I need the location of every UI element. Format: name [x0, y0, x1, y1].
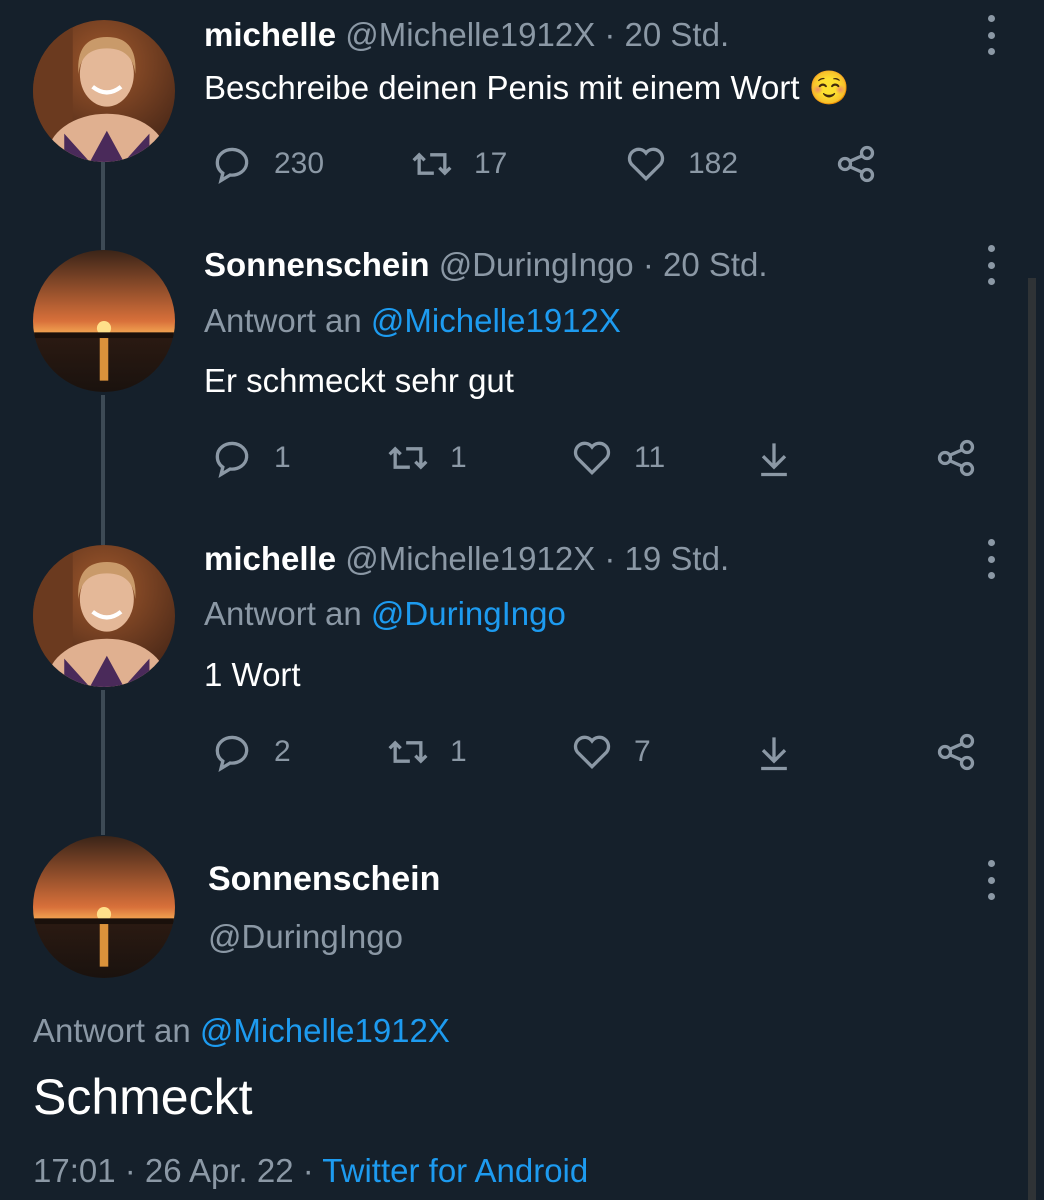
like-button[interactable]: 7	[570, 730, 651, 774]
author-name[interactable]: Sonnenschein	[204, 246, 430, 283]
reply-button[interactable]: 2	[210, 730, 291, 774]
like-count: 11	[634, 441, 666, 474]
reply-prefix: Antwort an	[33, 1012, 191, 1049]
like-count: 182	[688, 147, 739, 180]
blush-emoji: ☺️	[808, 68, 850, 107]
like-icon	[573, 735, 611, 770]
author-handle[interactable]: @Michelle1912X	[345, 540, 595, 577]
more-icon[interactable]	[981, 245, 1001, 285]
share-button[interactable]	[934, 436, 978, 480]
download-icon	[761, 443, 787, 477]
reply-button[interactable]: 230	[210, 142, 324, 186]
reply-count: 230	[274, 147, 325, 180]
more-icon[interactable]	[981, 15, 1001, 55]
tweet-date: · 26 Apr. 22 ·	[124, 1152, 314, 1189]
reply-context: Antwort an @Michelle1912X	[204, 302, 621, 340]
author-handle[interactable]: @DuringIngo	[439, 246, 634, 283]
reply-mention-link[interactable]: @Michelle1912X	[371, 302, 621, 339]
avatar[interactable]	[33, 20, 175, 162]
reply-context: Antwort an @DuringIngo	[204, 595, 566, 633]
thread-line-2	[101, 395, 105, 545]
download-icon	[761, 737, 787, 771]
reply-prefix: Antwort an	[204, 595, 362, 632]
tweet-time[interactable]: · 20 Std.	[604, 16, 729, 53]
retweet-icon	[388, 446, 428, 470]
more-icon[interactable]	[981, 860, 1001, 900]
retweet-count: 17	[474, 147, 508, 180]
like-icon	[627, 147, 665, 182]
reply-context: Antwort an @Michelle1912X	[33, 1012, 450, 1050]
thread-line-1	[101, 162, 105, 250]
more-icon[interactable]	[981, 539, 1001, 579]
like-button[interactable]: 182	[624, 142, 738, 186]
like-icon	[573, 441, 611, 476]
reply-mention-link[interactable]: @DuringIngo	[371, 595, 566, 632]
reply-icon	[215, 735, 249, 772]
retweet-button[interactable]: 1	[386, 730, 467, 774]
author-name[interactable]: michelle	[204, 16, 336, 53]
reply-button[interactable]: 1	[210, 436, 291, 480]
reply-count: 1	[274, 441, 291, 474]
tweet-source-link[interactable]: Twitter for Android	[322, 1152, 588, 1189]
share-icon	[937, 439, 975, 477]
tweet-time[interactable]: · 19 Std.	[604, 540, 729, 577]
share-icon	[937, 733, 975, 771]
author-handle[interactable]: @DuringIngo	[208, 918, 403, 956]
retweet-count: 1	[450, 735, 467, 768]
like-button[interactable]: 11	[570, 436, 665, 480]
tweet-header: Sonnenschein @DuringIngo · 20 Std.	[204, 246, 768, 284]
tweet-text-row: Beschreibe deinen Penis mit einem Wort ☺…	[204, 68, 850, 108]
author-name[interactable]: Sonnenschein	[208, 860, 440, 899]
avatar[interactable]	[33, 250, 175, 392]
thread-line-3	[101, 690, 105, 835]
tweet-text: Beschreibe deinen Penis mit einem Wort	[204, 69, 800, 106]
retweet-icon	[388, 740, 428, 764]
tweet-text: 1 Wort	[204, 656, 301, 693]
scrollbar[interactable]	[1028, 278, 1036, 1200]
reply-count: 2	[274, 735, 291, 768]
tweet-time[interactable]: 17:01	[33, 1152, 116, 1189]
download-button[interactable]	[752, 436, 796, 480]
tweet-time[interactable]: · 20 Std.	[643, 246, 768, 283]
reply-prefix: Antwort an	[204, 302, 362, 339]
share-button[interactable]	[834, 142, 878, 186]
reply-mention-link[interactable]: @Michelle1912X	[200, 1012, 450, 1049]
like-count: 7	[634, 735, 651, 768]
retweet-count: 1	[450, 441, 467, 474]
author-handle[interactable]: @Michelle1912X	[345, 16, 595, 53]
tweet-header: michelle @Michelle1912X · 19 Std.	[204, 540, 729, 578]
reply-icon	[215, 147, 249, 184]
reply-icon	[215, 441, 249, 478]
avatar[interactable]	[33, 545, 175, 687]
retweet-button[interactable]: 1	[386, 436, 467, 480]
author-name[interactable]: michelle	[204, 540, 336, 577]
download-button[interactable]	[752, 730, 796, 774]
avatar[interactable]	[33, 836, 175, 978]
retweet-button[interactable]: 17	[410, 142, 507, 186]
tweet-text: Schmeckt	[33, 1069, 253, 1125]
tweet-text: Er schmeckt sehr gut	[204, 362, 514, 399]
tweet-timestamp: 17:01 · 26 Apr. 22 · Twitter for Android	[33, 1152, 588, 1190]
tweet-header: michelle @Michelle1912X · 20 Std.	[204, 16, 729, 54]
share-icon	[837, 145, 875, 183]
share-button[interactable]	[934, 730, 978, 774]
retweet-icon	[412, 152, 452, 176]
